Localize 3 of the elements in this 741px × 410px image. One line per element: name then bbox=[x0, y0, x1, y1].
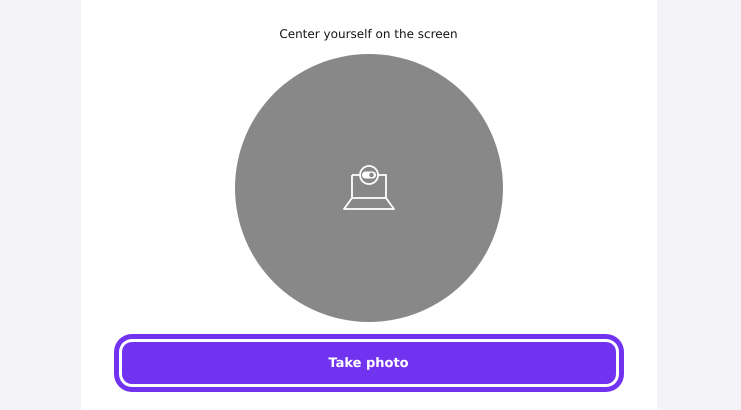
webcam-laptop-icon bbox=[340, 165, 396, 211]
instruction-text: Center yourself on the screen bbox=[279, 27, 458, 41]
take-photo-button[interactable]: Take photo bbox=[122, 342, 616, 384]
